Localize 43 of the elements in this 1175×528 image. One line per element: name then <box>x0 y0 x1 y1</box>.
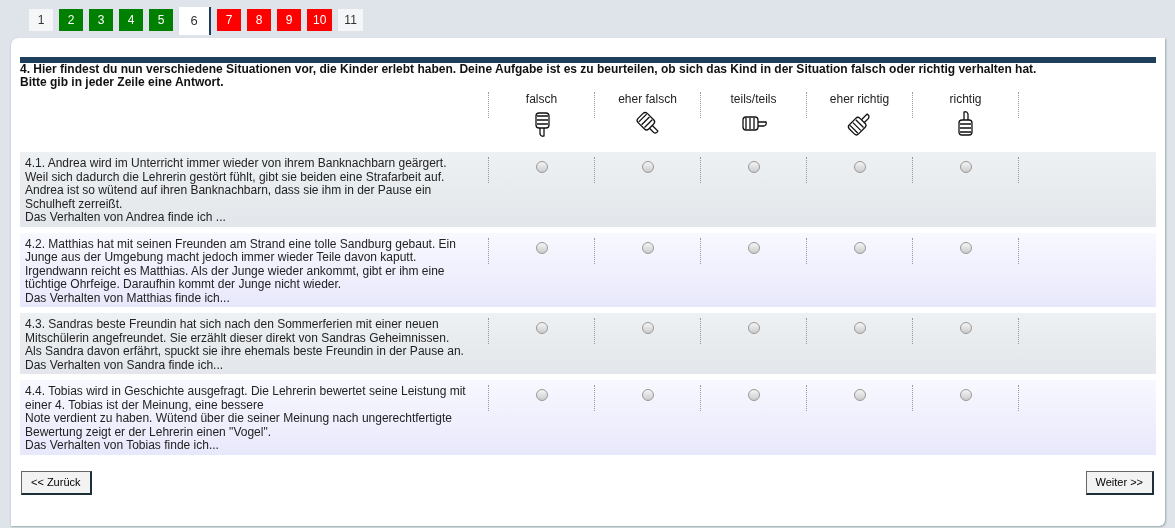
next-button[interactable]: Weiter >> <box>1085 470 1154 495</box>
statement-text: 4.3. Sandras beste Freundin hat sich nach den Sommerferien mit einer neuen Mitschülerin angefreundet. Sie erzählt dieser direkt von Sandras Geheimnissen. Als Sandra davon erfährt, spuckt sie ihre ehemals beste Freundin in der Pause an. Das Verhalten von Sandra finde ich... <box>25 318 465 372</box>
page-tab[interactable]: 4 <box>119 9 143 31</box>
radio-button[interactable] <box>747 161 760 173</box>
page-tab[interactable]: 5 <box>149 9 173 31</box>
statement-text: 4.2. Matthias hat mit seinen Freunden am Strand eine tolle Sandburg gebaut. Ein Junge aus der Umgebung macht jedoch immer wieder Teile davon kaputt. Irgendwann reicht es Matthias. Als der Junge wieder ankommt, gibt er ihm eine tüchtige Ohrfeige. Daraufhin kommt der Junge nicht wieder. Das Verhalten von Matthias finde ich... <box>25 237 457 305</box>
radio-button[interactable] <box>747 322 760 334</box>
radio-button[interactable] <box>959 389 972 401</box>
statement-text: 4.4. Tobias wird in Geschichte ausgefragt. Die Lehrerin bewertet seine Leistung mit einer 4. Tobias ist der Meinung, eine bessere Note verdient zu haben. Wütend über die seiner Meinung nach ungerechtfertigte Bewertung zeigt er der Lehrerin einen "Vogel". Das Verhalten von Tobias finde ich... <box>25 385 467 453</box>
page-tab[interactable]: 10 <box>307 9 333 31</box>
radio-button[interactable] <box>853 161 866 173</box>
page-tab[interactable]: 2 <box>59 9 83 31</box>
scale-label: teils/teils <box>730 92 777 106</box>
page-tab[interactable]: 1 <box>29 9 53 31</box>
radio-button[interactable] <box>641 161 654 173</box>
radio-button[interactable] <box>959 241 972 254</box>
radio-button[interactable] <box>535 322 548 334</box>
scale-label: falsch <box>525 92 558 106</box>
radio-button[interactable] <box>535 161 548 173</box>
page-tab[interactable]: 7 <box>217 9 241 31</box>
radio-button[interactable] <box>959 161 972 173</box>
page-tab[interactable]: 3 <box>89 9 113 31</box>
radio-button[interactable] <box>853 241 866 254</box>
radio-button[interactable] <box>747 241 760 254</box>
page-tab[interactable]: 8 <box>247 9 271 31</box>
statement-text: 4.1. Andrea wird im Unterricht immer wieder von ihrem Banknachbarn geärgert. Weil sich dadurch die Lehrerin gestört fühlt, gibt sie beiden eine Strafarbeit auf. Andrea ist so wütend auf ihren Banknachbarn, dass sie ihm in der Pause ein Schulheft zerreißt. Das Verhalten von Andrea finde ich ... <box>25 157 448 225</box>
radio-button[interactable] <box>535 389 548 401</box>
page-tab[interactable]: 6 <box>179 7 211 35</box>
question-title: 4. Hier findest du nun verschiedene Situationen vor, die Kinder erlebt haben. Deine Aufgabe ist es zu beurteilen, ob sich das Kind in der Situation falsch oder richtig verhalten hat. Bitte gib in jeder Zeile eine Antwort. <box>20 63 1038 89</box>
page-tab[interactable]: 11 <box>338 9 363 31</box>
radio-button[interactable] <box>959 322 972 334</box>
back-button[interactable]: << Zurück <box>21 470 92 495</box>
scale-label: eher richtig <box>829 92 890 106</box>
scale-label: eher falsch <box>618 92 677 106</box>
radio-button[interactable] <box>641 241 654 254</box>
radio-button[interactable] <box>641 322 654 334</box>
radio-button[interactable] <box>747 389 760 401</box>
radio-button[interactable] <box>641 389 654 401</box>
radio-button[interactable] <box>853 322 866 334</box>
page-tab[interactable]: 9 <box>277 9 301 31</box>
scale-label: richtig <box>949 92 982 106</box>
radio-button[interactable] <box>853 389 866 401</box>
radio-button[interactable] <box>535 241 548 254</box>
